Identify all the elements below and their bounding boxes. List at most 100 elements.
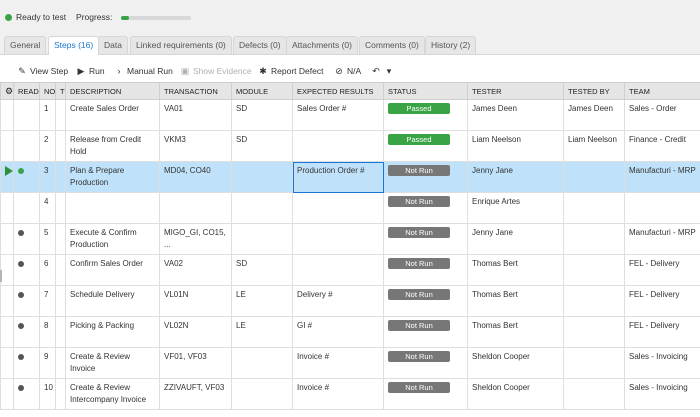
team-cell: Sales - Invoicing — [624, 378, 700, 410]
team-cell: Manufacturi - MRP — [624, 161, 700, 193]
expected-results-cell-active[interactable]: Production Order # — [292, 161, 384, 193]
status-cell: Not Run — [383, 347, 468, 379]
transaction-cell: VL01N — [159, 285, 232, 317]
tab-steps[interactable]: Steps (16) — [48, 36, 100, 55]
test-cell — [55, 347, 66, 379]
description-cell: Execute & Confirm Production — [65, 223, 160, 255]
column-header-team[interactable]: TEAM — [624, 82, 700, 100]
tab-bar: General Steps (16) Data Linked requireme… — [0, 34, 700, 55]
module-cell: LE — [231, 285, 293, 317]
steps-toolbar: ✎ View Step ▶ Run › Manual Run ▣ Show Ev… — [0, 61, 700, 81]
table-row[interactable]: 7 Schedule Delivery VL01N LE Delivery # … — [0, 285, 700, 317]
tab-history[interactable]: History (2) — [425, 36, 477, 54]
progress-bar — [121, 16, 191, 20]
status-cell: Not Run — [383, 254, 468, 286]
tested-by-cell — [563, 347, 625, 379]
status-badge: Not Run — [388, 320, 450, 331]
table-row[interactable]: 9 Create & Review Invoice VF01, VF03 Inv… — [0, 347, 700, 379]
current-step-play-icon[interactable] — [5, 166, 13, 176]
module-cell: SD — [231, 130, 293, 162]
manual-run-button[interactable]: › Manual Run — [114, 61, 173, 81]
column-header-ready[interactable]: READY — [13, 82, 40, 100]
status-dot-icon — [5, 13, 12, 21]
panel-resize-handle[interactable] — [0, 270, 2, 282]
description-cell: Plan & Prepare Production — [65, 161, 160, 193]
image-icon: ▣ — [180, 66, 190, 76]
status-badge: Passed — [388, 134, 450, 145]
ready-cell — [13, 192, 40, 224]
table-row[interactable]: 1 Create Sales Order VA01 SD Sales Order… — [0, 99, 700, 131]
description-cell: Schedule Delivery — [65, 285, 160, 317]
tab-comments[interactable]: Comments (0) — [359, 36, 425, 54]
report-defect-label: Report Defect — [271, 66, 324, 76]
test-cell — [55, 130, 66, 162]
expected-results-cell[interactable]: Invoice # — [292, 378, 384, 410]
column-header-no[interactable]: NO — [39, 82, 56, 100]
column-header-tester[interactable]: TESTER — [467, 82, 564, 100]
expected-results-cell[interactable] — [292, 130, 384, 162]
expected-results-cell[interactable] — [292, 192, 384, 224]
expected-results-cell[interactable]: Invoice # — [292, 347, 384, 379]
table-row[interactable]: 4 Not Run Enrique Artes — [0, 192, 700, 224]
view-step-button[interactable]: ✎ View Step — [17, 61, 68, 81]
view-step-label: View Step — [30, 66, 69, 76]
row-marker-cell — [0, 99, 14, 131]
tab-data[interactable]: Data — [98, 36, 128, 54]
no-cell: 6 — [39, 254, 56, 286]
ready-dot-icon — [18, 385, 24, 391]
column-settings-header[interactable]: ⚙ — [0, 82, 14, 100]
test-cell — [55, 254, 66, 286]
expected-results-cell[interactable]: Sales Order # — [292, 99, 384, 131]
show-evidence-button[interactable]: ▣ Show Evidence — [180, 61, 252, 81]
column-header-tested-by[interactable]: TESTED BY — [563, 82, 625, 100]
table-row[interactable]: 8 Picking & Packing VL02N LE GI # Not Ru… — [0, 316, 700, 348]
column-header-test[interactable]: TEST — [55, 82, 66, 100]
expected-results-cell[interactable] — [292, 223, 384, 255]
status-cell: Not Run — [383, 378, 468, 410]
expected-results-cell[interactable] — [292, 254, 384, 286]
ready-cell — [13, 316, 40, 348]
column-header-description[interactable]: DESCRIPTION — [65, 82, 160, 100]
na-button[interactable]: ⊘ N/A — [334, 61, 361, 81]
description-cell: Confirm Sales Order — [65, 254, 160, 286]
row-marker-cell[interactable] — [0, 161, 14, 193]
column-header-status[interactable]: STATUS — [383, 82, 468, 100]
tab-general[interactable]: General — [4, 36, 47, 54]
tab-attachments[interactable]: Attachments (0) — [286, 36, 358, 54]
expected-results-cell[interactable]: GI # — [292, 316, 384, 348]
progress-label: Progress: — [76, 12, 113, 22]
ready-dot-icon — [18, 292, 24, 298]
module-cell — [231, 161, 293, 193]
team-cell: Sales - Order — [624, 99, 700, 131]
table-row[interactable]: 5 Execute & Confirm Production MIGO_GI, … — [0, 223, 700, 255]
column-header-expected-results[interactable]: EXPECTED RESULTS — [292, 82, 384, 100]
test-cell — [55, 285, 66, 317]
tab-defects[interactable]: Defects (0) — [233, 36, 287, 54]
status-cell: Not Run — [383, 316, 468, 348]
transaction-cell — [159, 192, 232, 224]
undo-dropdown-button[interactable]: ↶ ▾ — [371, 61, 397, 81]
status-badge: Passed — [388, 103, 450, 114]
module-cell — [231, 347, 293, 379]
table-row[interactable]: 10 Create & Review Intercompany Invoice … — [0, 378, 700, 410]
no-cell: 8 — [39, 316, 56, 348]
tested-by-cell — [563, 316, 625, 348]
edit-icon: ✎ — [18, 66, 26, 76]
description-cell: Create & Review Invoice — [65, 347, 160, 379]
table-row-selected[interactable]: 3 Plan & Prepare Production MD04, CO40 P… — [0, 161, 700, 193]
report-defect-button[interactable]: ✱ Report Defect — [258, 61, 323, 81]
tester-cell: James Deen — [467, 99, 564, 131]
column-header-transaction[interactable]: TRANSACTION — [159, 82, 232, 100]
column-header-module[interactable]: MODULE — [231, 82, 293, 100]
run-button[interactable]: ▶ Run — [76, 61, 105, 81]
status-cell: Not Run — [383, 223, 468, 255]
tab-linked-requirements[interactable]: Linked requirements (0) — [130, 36, 232, 54]
undo-icon: ↶ — [372, 66, 380, 76]
table-row[interactable]: 2 Release from Credit Hold VKM3 SD Passe… — [0, 130, 700, 162]
transaction-cell: VL02N — [159, 316, 232, 348]
expected-results-cell[interactable]: Delivery # — [292, 285, 384, 317]
no-cell: 10 — [39, 378, 56, 410]
row-marker-cell — [0, 254, 14, 286]
table-row[interactable]: 6 Confirm Sales Order VA02 SD Not Run Th… — [0, 254, 700, 286]
description-cell: Create & Review Intercompany Invoice — [65, 378, 160, 410]
